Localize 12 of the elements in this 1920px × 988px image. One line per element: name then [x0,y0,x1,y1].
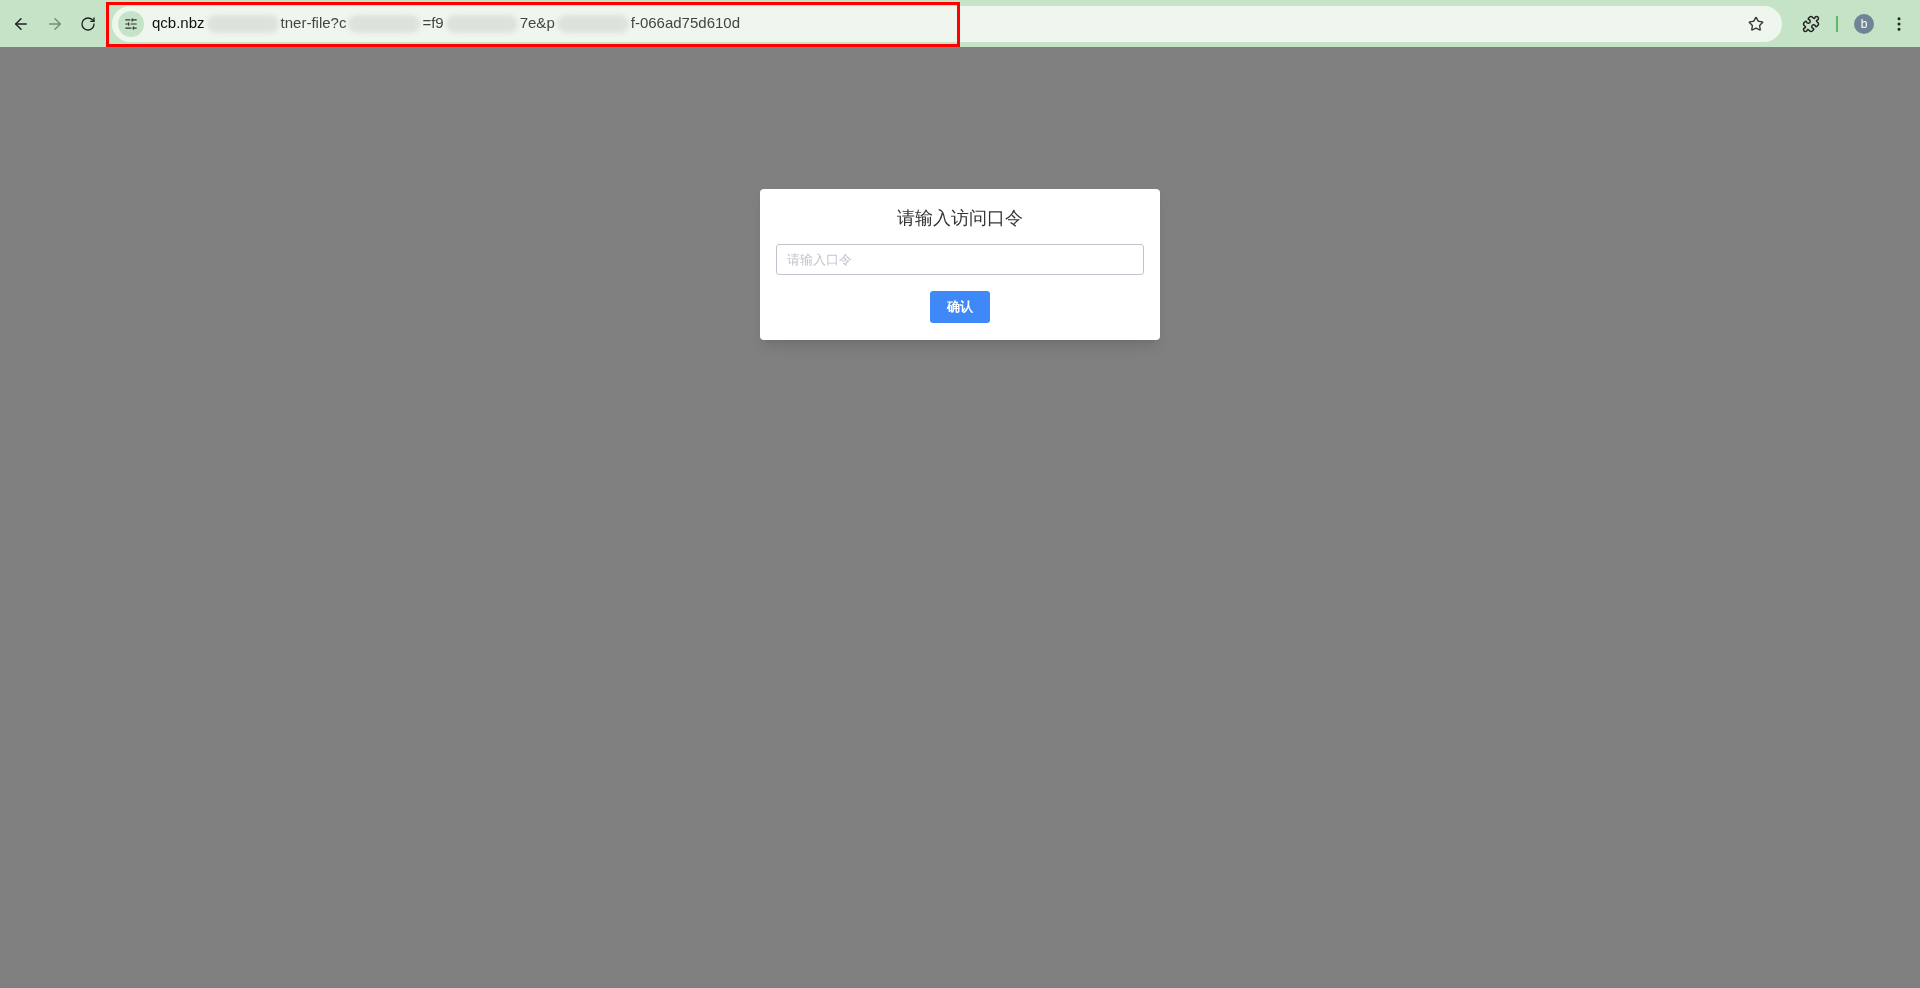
confirm-button[interactable]: 确认 [930,291,990,323]
url-text: =f9 [422,13,444,34]
url-text: 7e&p [519,13,555,34]
extensions-icon[interactable] [1802,14,1820,33]
profile-avatar[interactable]: b [1854,13,1874,34]
url-text: tner-file?c [280,13,347,34]
url-text: qcb.nbz [152,13,205,34]
url-text: f-066ad75d610d [630,13,740,34]
reload-icon[interactable] [80,15,96,32]
bookmark-star-icon[interactable] [1748,15,1764,32]
dialog-title: 请输入访问口令 [897,207,1023,230]
site-info-icon[interactable] [118,10,144,37]
